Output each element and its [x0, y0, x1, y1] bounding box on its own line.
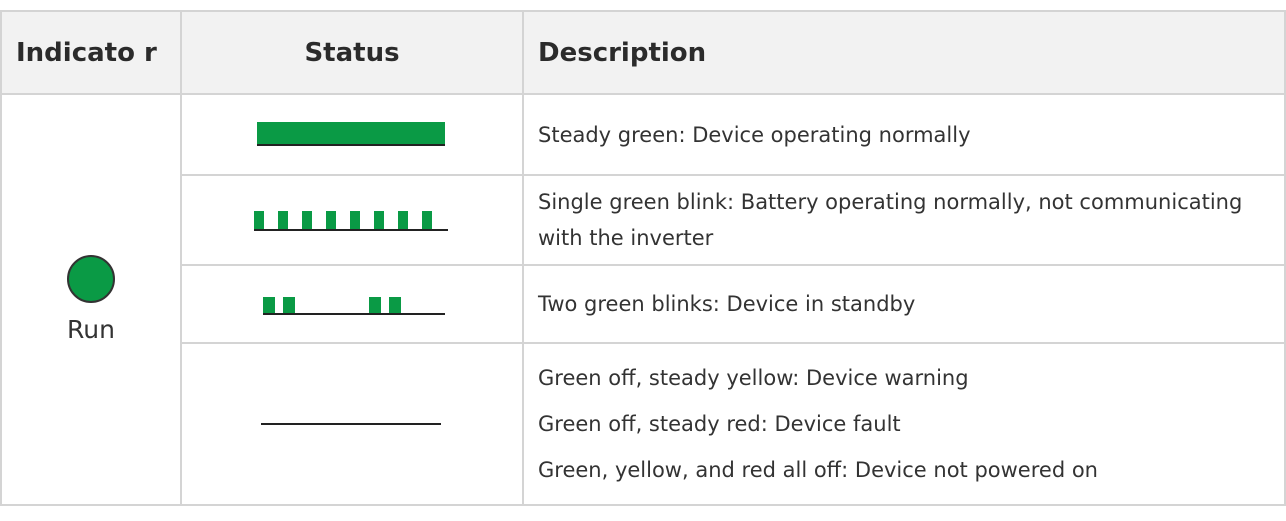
- table-row: Green off, steady yellow: Device warning…: [1, 342, 1286, 506]
- header-indicator: Indicato r: [0, 10, 182, 95]
- table-row: Single green blink: Battery operating no…: [1, 174, 1286, 266]
- status-steady-cell: [180, 93, 524, 176]
- indicator-name: Run: [67, 315, 115, 344]
- description-single-blink: Single green blink: Battery operating no…: [522, 174, 1286, 266]
- description-not-powered: Green, yellow, and red all off: Device n…: [538, 458, 1098, 482]
- header-description: Description: [522, 10, 1286, 95]
- off-pattern-icon: [261, 423, 441, 425]
- header-status: Status: [180, 10, 524, 95]
- description-steady: Steady green: Device operating normally: [522, 93, 1286, 176]
- single-blink-pattern-icon: [254, 211, 448, 231]
- status-two-blinks-cell: [180, 264, 524, 344]
- status-off-cell: [180, 342, 524, 506]
- table-row: Two green blinks: Device in standby: [1, 264, 1286, 344]
- status-single-blink-cell: [180, 174, 524, 266]
- led-indicator-table: Indicato r Status Description Run Steady…: [0, 10, 1286, 506]
- green-led-icon: [67, 255, 115, 303]
- description-warning: Green off, steady yellow: Device warning: [538, 366, 969, 390]
- two-blinks-pattern-icon: [263, 297, 445, 315]
- description-two-blinks: Two green blinks: Device in standby: [522, 264, 1286, 344]
- table-row: Run Steady green: Device operating norma…: [0, 93, 1286, 506]
- steady-green-pattern-icon: [257, 121, 445, 146]
- description-fault: Green off, steady red: Device fault: [538, 412, 901, 436]
- table-header-row: Indicato r Status Description: [0, 10, 1286, 95]
- indicator-cell: Run: [0, 93, 182, 506]
- description-off: Green off, steady yellow: Device warning…: [522, 342, 1286, 506]
